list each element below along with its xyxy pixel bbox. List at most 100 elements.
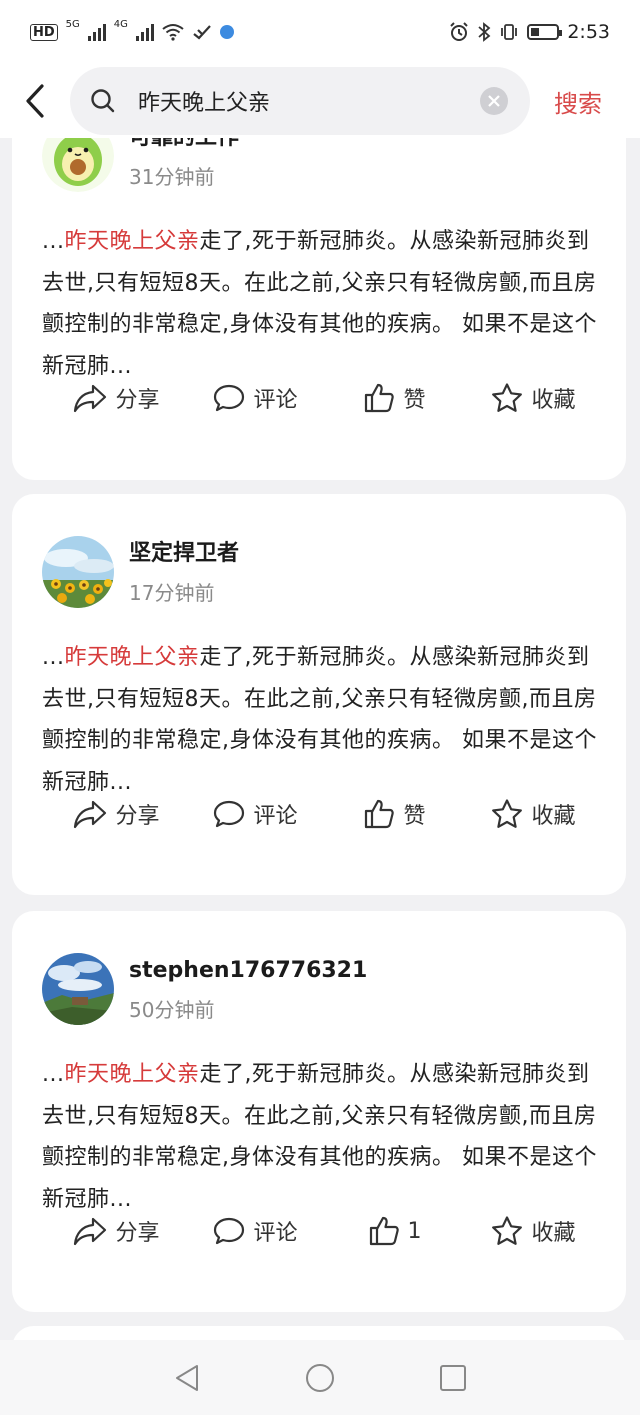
post-card[interactable] <box>12 1326 626 1340</box>
share-icon <box>74 1217 107 1246</box>
star-icon <box>492 799 523 828</box>
post-excerpt[interactable]: ...昨天晚上父亲走了,死于新冠肺炎。从感染新冠肺炎到去世,只有短短8天。在此之… <box>42 1054 602 1220</box>
nav-back-button[interactable] <box>167 1358 207 1398</box>
collect-button[interactable]: 收藏 <box>464 789 603 839</box>
share-label: 分享 <box>115 804 160 829</box>
share-icon <box>74 384 107 413</box>
like-button[interactable]: 1 <box>325 1206 464 1256</box>
post-meta: stephen176776321 50分钟前 <box>129 956 367 1023</box>
payment-icon <box>193 25 211 40</box>
post-time: 17分钟前 <box>129 580 215 605</box>
search-highlight: 昨天晚上父亲 <box>64 1062 200 1087</box>
thumbs-up-icon <box>365 799 395 829</box>
comment-label: 评论 <box>253 388 298 413</box>
share-button[interactable]: 分享 <box>47 1206 186 1256</box>
like-label: 赞 <box>403 388 426 413</box>
share-button[interactable]: 分享 <box>47 789 186 839</box>
like-label: 赞 <box>403 804 426 829</box>
share-icon <box>74 800 107 829</box>
hd-indicator: HD <box>30 23 58 41</box>
wifi-icon <box>162 24 184 41</box>
status-time: 2:53 <box>567 21 610 43</box>
star-icon <box>492 383 523 412</box>
search-highlight: 昨天晚上父亲 <box>64 229 200 254</box>
status-right: 2:53 <box>449 21 610 43</box>
avatar[interactable] <box>42 138 114 192</box>
signal-icon <box>87 23 106 41</box>
star-icon <box>492 1216 523 1245</box>
close-icon <box>488 95 500 107</box>
search-highlight: 昨天晚上父亲 <box>64 645 200 670</box>
status-bar: HD 5G 4G 2:53 <box>0 0 640 64</box>
search-header: 昨天晚上父亲 搜索 <box>0 64 640 138</box>
collect-label: 收藏 <box>531 388 576 413</box>
collect-button[interactable]: 收藏 <box>464 1206 603 1256</box>
excerpt-prefix: ... <box>42 645 65 670</box>
clear-search-button[interactable] <box>480 87 508 115</box>
like-button[interactable]: 赞 <box>325 373 464 423</box>
nav-home-button[interactable] <box>300 1358 340 1398</box>
username[interactable]: 坚定捍卫者 <box>129 539 239 569</box>
post-time: 50分钟前 <box>129 997 215 1022</box>
vibrate-icon <box>501 24 518 40</box>
search-query-text[interactable]: 昨天晚上父亲 <box>124 85 480 117</box>
excerpt-prefix: ... <box>42 229 65 254</box>
like-count: 1 <box>407 1218 422 1244</box>
network-5g-label: 5G <box>65 19 80 30</box>
username[interactable]: stephen176776321 <box>129 956 367 986</box>
search-icon <box>90 88 124 114</box>
collect-label: 收藏 <box>531 1221 576 1246</box>
post-excerpt[interactable]: ...昨天晚上父亲走了,死于新冠肺炎。从感染新冠肺炎到去世,只有短短8天。在此之… <box>42 637 602 803</box>
back-button[interactable] <box>0 64 70 138</box>
search-input[interactable]: 昨天晚上父亲 <box>70 67 530 135</box>
post-header: 坚定捍卫者 17分钟前 <box>42 534 239 610</box>
share-label: 分享 <box>115 1221 160 1246</box>
bluetooth-icon <box>478 22 491 42</box>
post-header: 可靠的工作 31分钟前 <box>42 138 239 194</box>
circle-home-icon <box>305 1363 334 1392</box>
post-card[interactable]: 坚定捍卫者 17分钟前 ...昨天晚上父亲走了,死于新冠肺炎。从感染新冠肺炎到去… <box>12 494 626 895</box>
app-notification-icon <box>219 25 234 39</box>
post-actions: 分享 评论 1 收藏 <box>12 1206 626 1256</box>
post-card[interactable]: stephen176776321 50分钟前 ...昨天晚上父亲走了,死于新冠肺… <box>12 911 626 1312</box>
thumbs-up-icon <box>369 1216 399 1246</box>
share-label: 分享 <box>115 388 160 413</box>
network-4g-label: 4G <box>113 19 128 30</box>
search-results-feed[interactable]: 可靠的工作 31分钟前 ...昨天晚上父亲走了,死于新冠肺炎。从感染新冠肺炎到去… <box>0 138 640 1340</box>
chevron-left-icon <box>26 84 44 118</box>
post-meta: 可靠的工作 31分钟前 <box>129 138 239 190</box>
comment-label: 评论 <box>253 1221 298 1246</box>
comment-icon <box>214 800 245 828</box>
post-actions: 分享 评论 赞 收藏 <box>12 373 626 423</box>
avatar[interactable] <box>42 953 114 1025</box>
post-actions: 分享 评论 赞 收藏 <box>12 789 626 839</box>
share-button[interactable]: 分享 <box>47 373 186 423</box>
triangle-back-icon <box>175 1364 198 1391</box>
comment-label: 评论 <box>253 804 298 829</box>
battery-icon <box>527 24 563 40</box>
nav-recents-button[interactable] <box>433 1358 473 1398</box>
thumbs-up-icon <box>365 383 395 413</box>
post-meta: 坚定捍卫者 17分钟前 <box>129 539 239 606</box>
post-excerpt[interactable]: ...昨天晚上父亲走了,死于新冠肺炎。从感染新冠肺炎到去世,只有短短8天。在此之… <box>42 221 602 387</box>
square-recents-icon <box>440 1364 467 1391</box>
post-header: stephen176776321 50分钟前 <box>42 951 367 1027</box>
status-left: HD 5G 4G <box>30 19 234 41</box>
comment-button[interactable]: 评论 <box>186 373 325 423</box>
alarm-icon <box>450 22 469 41</box>
excerpt-prefix: ... <box>42 1062 65 1087</box>
username[interactable]: 可靠的工作 <box>129 138 239 153</box>
post-time: 31分钟前 <box>129 164 215 189</box>
system-nav-bar <box>0 1340 640 1415</box>
comment-icon <box>214 384 245 412</box>
search-submit-button[interactable]: 搜索 <box>554 84 602 119</box>
collect-label: 收藏 <box>531 804 576 829</box>
comment-icon <box>214 1217 245 1245</box>
comment-button[interactable]: 评论 <box>186 1206 325 1256</box>
comment-button[interactable]: 评论 <box>186 789 325 839</box>
post-card[interactable]: 可靠的工作 31分钟前 ...昨天晚上父亲走了,死于新冠肺炎。从感染新冠肺炎到去… <box>12 138 626 480</box>
collect-button[interactable]: 收藏 <box>464 373 603 423</box>
signal-icon-2 <box>135 23 154 41</box>
like-button[interactable]: 赞 <box>325 789 464 839</box>
avatar[interactable] <box>42 536 114 608</box>
